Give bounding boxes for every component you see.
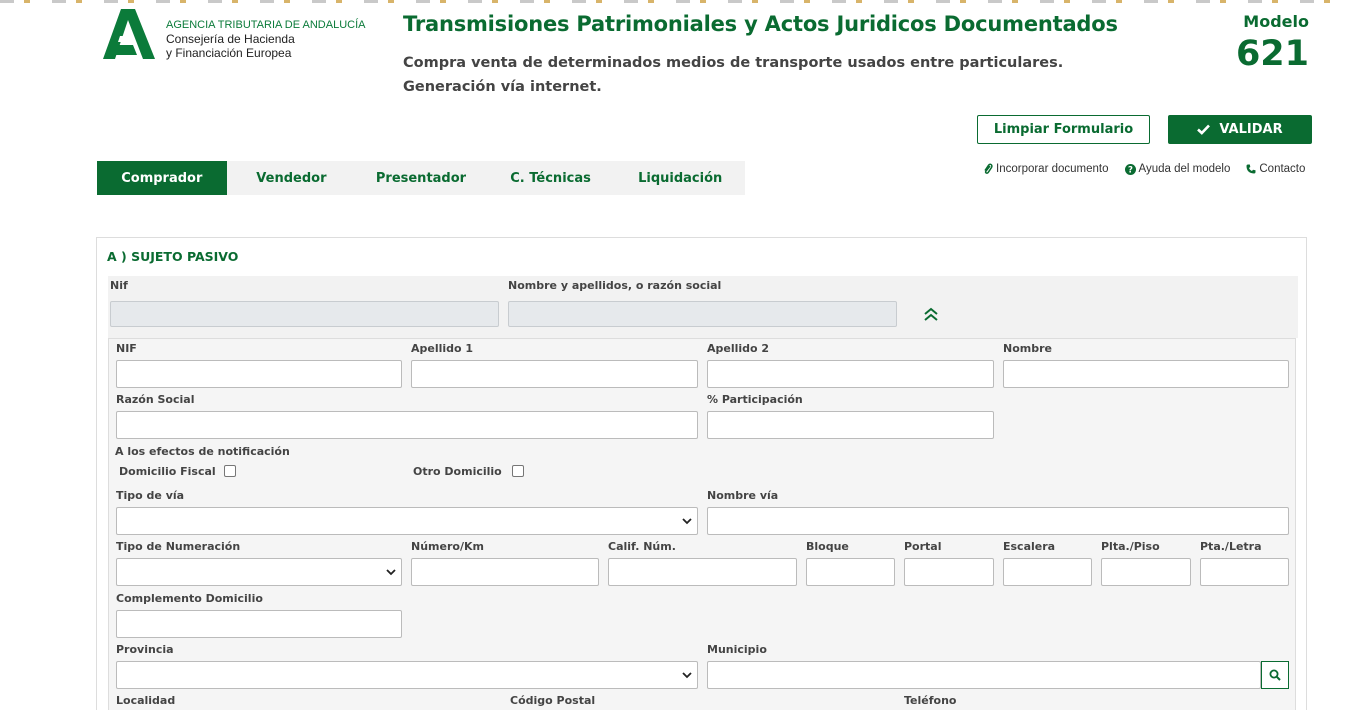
apellido1-label: Apellido 1 bbox=[411, 342, 474, 355]
page-title: Transmisiones Patrimoniales y Actos Juri… bbox=[403, 12, 1118, 36]
modelo-number: 621 bbox=[1235, 34, 1309, 74]
modelo-label: Modelo bbox=[1243, 12, 1309, 31]
logo-a-icon bbox=[103, 9, 155, 59]
summary-name-label: Nombre y apellidos, o razón social bbox=[508, 279, 722, 292]
municipio-input[interactable] bbox=[707, 661, 1261, 689]
clear-form-button[interactable]: Limpiar Formulario bbox=[977, 115, 1150, 144]
municipio-search-button[interactable] bbox=[1261, 661, 1289, 689]
plta-piso-label: Plta./Piso bbox=[1101, 540, 1160, 553]
incorporar-documento-link[interactable]: Incorporar documento bbox=[983, 163, 1109, 175]
ayuda-modelo-link[interactable]: ? Ayuda del modelo bbox=[1124, 163, 1231, 175]
apellido2-input[interactable] bbox=[707, 360, 994, 388]
provincia-select[interactable] bbox=[116, 661, 698, 689]
portal-input[interactable] bbox=[904, 558, 994, 586]
plta-piso-input[interactable] bbox=[1101, 558, 1191, 586]
nombre-via-input[interactable] bbox=[707, 507, 1289, 535]
complemento-label: Complemento Domicilio bbox=[116, 592, 263, 605]
page-subtitle: Compra venta de determinados medios de t… bbox=[403, 55, 1064, 95]
notificacion-label: A los efectos de notificación bbox=[115, 445, 290, 458]
agency-line-3: y Financiación Europea bbox=[166, 46, 292, 60]
paperclip-icon bbox=[984, 163, 993, 174]
check-icon bbox=[1197, 124, 1211, 135]
otro-domicilio-checkbox[interactable] bbox=[512, 465, 524, 477]
sujeto-pasivo-panel: A ) SUJETO PASIVO Nif Nombre y apellidos… bbox=[96, 237, 1307, 710]
telefono-label: Teléfono bbox=[904, 694, 957, 707]
tab-presentador[interactable]: Presentador bbox=[356, 161, 486, 195]
chevron-down-icon bbox=[682, 518, 692, 525]
portal-label: Portal bbox=[904, 540, 942, 553]
localidad-label: Localidad bbox=[116, 694, 176, 707]
apellido2-label: Apellido 2 bbox=[707, 342, 770, 355]
otro-domicilio-label: Otro Domicilio bbox=[413, 465, 502, 478]
domicilio-fiscal-label: Domicilio Fiscal bbox=[119, 465, 216, 478]
tipo-numeracion-label: Tipo de Numeración bbox=[116, 540, 241, 553]
razon-social-label: Razón Social bbox=[116, 393, 195, 406]
agency-name: AGENCIA TRIBUTARIA DE ANDALUCÍA Consejer… bbox=[166, 18, 365, 60]
top-decorative-strip bbox=[0, 0, 1346, 3]
validate-button[interactable]: VALIDAR bbox=[1168, 115, 1312, 144]
apellido1-input[interactable] bbox=[411, 360, 698, 388]
summary-nif-label: Nif bbox=[110, 279, 128, 292]
ayuda-modelo-label: Ayuda del modelo bbox=[1138, 163, 1231, 175]
detail-form: NIF Apellido 1 Apellido 2 Nombre Razón S… bbox=[108, 338, 1296, 710]
nif-label: NIF bbox=[116, 342, 137, 355]
domicilio-fiscal-checkbox[interactable] bbox=[224, 465, 236, 477]
pta-letra-input[interactable] bbox=[1200, 558, 1289, 586]
nombre-via-label: Nombre vía bbox=[707, 489, 779, 502]
agency-line-2: Consejería de Hacienda bbox=[166, 32, 295, 46]
question-circle-icon: ? bbox=[1124, 163, 1136, 175]
codigo-postal-label: Código Postal bbox=[510, 694, 596, 707]
pta-letra-label: Pta./Letra bbox=[1200, 540, 1262, 553]
nombre-input[interactable] bbox=[1003, 360, 1289, 388]
nif-input[interactable] bbox=[116, 360, 402, 388]
tipo-numeracion-select[interactable] bbox=[116, 558, 402, 586]
complemento-input[interactable] bbox=[116, 610, 402, 638]
provincia-label: Provincia bbox=[116, 643, 174, 656]
agency-line-1: AGENCIA TRIBUTARIA DE ANDALUCÍA bbox=[166, 19, 366, 31]
calif-num-input[interactable] bbox=[608, 558, 797, 586]
tab-vendedor[interactable]: Vendedor bbox=[227, 161, 357, 195]
razon-social-input[interactable] bbox=[116, 411, 698, 439]
nombre-label: Nombre bbox=[1003, 342, 1052, 355]
escalera-label: Escalera bbox=[1003, 540, 1056, 553]
tab-liquidacion[interactable]: Liquidación bbox=[615, 161, 745, 195]
tab-comprador[interactable]: Comprador bbox=[97, 161, 227, 195]
header-links: Incorporar documento ? Ayuda del modelo … bbox=[983, 163, 1305, 175]
summary-name-input[interactable] bbox=[508, 301, 897, 327]
contacto-label: Contacto bbox=[1259, 163, 1306, 175]
tab-caracteristicas-tecnicas[interactable]: C. Técnicas bbox=[486, 161, 616, 195]
summary-nif-input[interactable] bbox=[110, 301, 499, 327]
chevron-down-icon bbox=[386, 569, 396, 576]
agency-logo: AGENCIA TRIBUTARIA DE ANDALUCÍA Consejer… bbox=[103, 9, 365, 60]
escalera-input[interactable] bbox=[1003, 558, 1092, 586]
bloque-input[interactable] bbox=[806, 558, 895, 586]
tipo-via-select[interactable] bbox=[116, 507, 698, 535]
double-chevron-up-icon[interactable] bbox=[921, 306, 941, 322]
calif-num-label: Calif. Núm. bbox=[608, 540, 676, 553]
municipio-label: Municipio bbox=[707, 643, 767, 656]
participacion-label: % Participación bbox=[707, 393, 803, 406]
summary-row: Nif Nombre y apellidos, o razón social bbox=[108, 276, 1298, 338]
bloque-label: Bloque bbox=[806, 540, 849, 553]
search-icon bbox=[1269, 669, 1281, 681]
numero-km-label: Número/Km bbox=[411, 540, 484, 553]
participacion-input[interactable] bbox=[707, 411, 994, 439]
phone-icon bbox=[1246, 164, 1256, 174]
numero-km-input[interactable] bbox=[411, 558, 599, 586]
svg-text:?: ? bbox=[1128, 165, 1133, 174]
incorporar-documento-label: Incorporar documento bbox=[996, 163, 1109, 175]
chevron-down-icon bbox=[682, 672, 692, 679]
contacto-link[interactable]: Contacto bbox=[1246, 163, 1305, 175]
tipo-via-label: Tipo de vía bbox=[116, 489, 185, 502]
form-tabs: Comprador Vendedor Presentador C. Técnic… bbox=[97, 161, 745, 195]
section-title: A ) SUJETO PASIVO bbox=[107, 249, 239, 264]
validate-label: VALIDAR bbox=[1219, 122, 1283, 137]
